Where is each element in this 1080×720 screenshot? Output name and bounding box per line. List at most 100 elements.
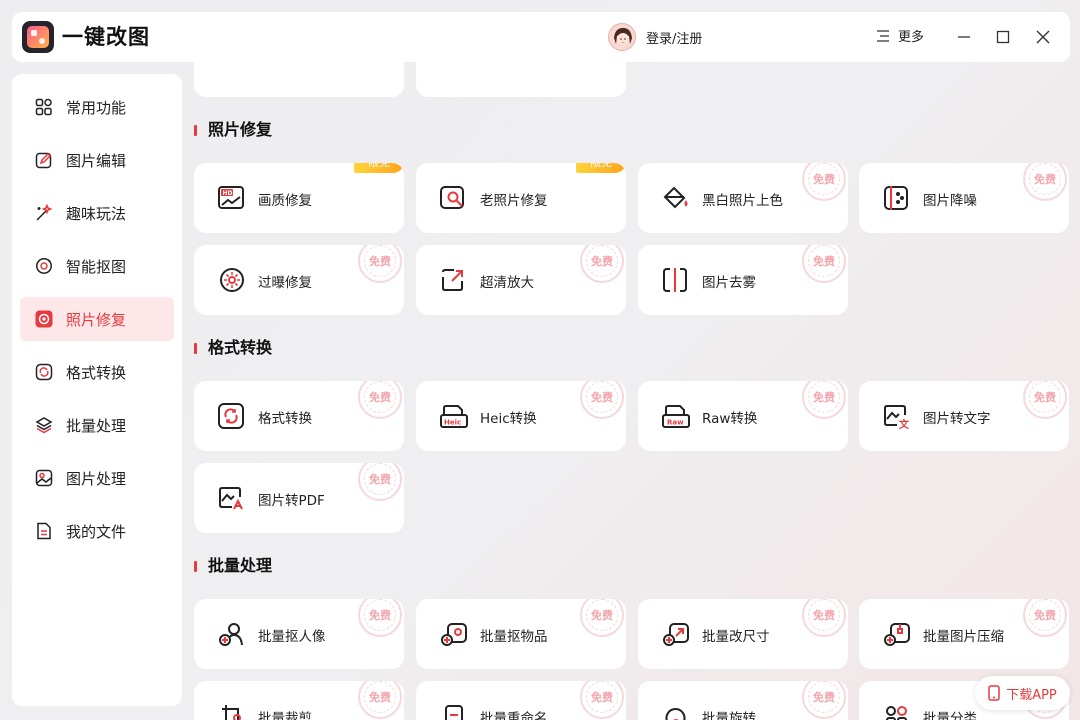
maximize-button[interactable] — [993, 27, 1013, 47]
sidebar-item-label: 照片修复 — [66, 310, 127, 329]
login-button[interactable]: 登录/注册 — [608, 22, 702, 52]
title-bar: 一键改图 登录/注册 更多 — [12, 12, 1070, 62]
card-denoise[interactable]: 免费 图片降噪 — [859, 163, 1069, 233]
free-stamp: 免费 — [580, 381, 624, 419]
card-label: 图片转PDF — [258, 493, 325, 509]
sidebar-item-batch[interactable]: 批量处理 — [20, 403, 174, 447]
repair-icon — [35, 310, 53, 328]
batch-object-icon — [441, 623, 467, 646]
batch-person-icon — [219, 623, 243, 646]
card-upscale[interactable]: 免费 超清放大 — [416, 245, 626, 315]
sidebar-item-image[interactable]: 图片处理 — [20, 456, 174, 500]
download-app-button[interactable]: 下载APP — [975, 676, 1070, 710]
card-label: 画质修复 — [258, 193, 312, 209]
download-label: 下载APP — [1006, 687, 1057, 703]
card-batch-rotate[interactable]: 免费 批量旋转 — [638, 681, 848, 720]
sidebar-item-repair[interactable]: 照片修复 — [20, 297, 174, 341]
card-batch-object[interactable]: 免费 批量抠物品 — [416, 599, 626, 669]
image-icon — [35, 469, 53, 487]
edit-icon — [35, 151, 53, 169]
sidebar-item-edit[interactable]: 图片编辑 — [20, 138, 174, 182]
free-stamp: 免费 — [580, 681, 624, 719]
old-photo-icon — [440, 186, 464, 209]
file-icon — [35, 522, 53, 540]
card-batch-crop[interactable]: 免费 批量裁剪 — [194, 681, 404, 720]
close-button[interactable] — [1033, 27, 1053, 47]
sidebar-item-fun[interactable]: 趣味玩法 — [20, 191, 174, 235]
sidebar-item-files[interactable]: 我的文件 — [20, 509, 174, 553]
card-label: 黑白照片上色 — [702, 193, 783, 209]
hd-icon: HD — [218, 186, 244, 209]
free-stamp: 免费 — [802, 245, 846, 283]
section-title-convert: 格式转换 — [194, 338, 272, 358]
upscale-icon — [442, 269, 463, 291]
cutout-icon — [35, 257, 53, 275]
free-stamp: 免费 — [802, 599, 846, 637]
main-content: 照片修复 限免 HD 画质修复 限免 老照片修复 免费 黑白照片上色 免费 — [182, 62, 1080, 720]
card-label: 图片转文字 — [923, 411, 991, 427]
batch-classify-icon — [886, 706, 907, 720]
batch-crop-icon — [222, 705, 242, 720]
sidebar: 常用功能 图片编辑 趣味玩法 智能抠图 照片修复 格式转换 批量处理 图片处理 … — [12, 74, 182, 706]
feature-card[interactable] — [194, 62, 404, 97]
limited-free-badge: 限免 — [576, 163, 626, 173]
sidebar-item-label: 趣味玩法 — [66, 204, 127, 223]
free-stamp: 免费 — [580, 245, 624, 283]
card-label: 老照片修复 — [480, 193, 548, 209]
card-label: 批量抠物品 — [480, 629, 548, 645]
card-raw-convert[interactable]: 免费 Raw Raw转换 — [638, 381, 848, 451]
card-batch-person[interactable]: 免费 批量抠人像 — [194, 599, 404, 669]
card-label: 批量分类 — [923, 711, 977, 720]
card-batch-rename[interactable]: 免费 批量重命名 — [416, 681, 626, 720]
heic-icon: Heic — [440, 405, 468, 428]
card-format-convert[interactable]: 免费 格式转换 — [194, 381, 404, 451]
free-stamp: 免费 — [358, 245, 402, 283]
sidebar-item-common[interactable]: 常用功能 — [20, 85, 174, 129]
feature-card[interactable] — [416, 62, 626, 97]
free-stamp: 免费 — [358, 463, 402, 501]
card-label: 格式转换 — [258, 411, 312, 427]
denoise-icon — [884, 186, 908, 210]
card-heic-convert[interactable]: 免费 Heic Heic转换 — [416, 381, 626, 451]
menu-icon — [877, 29, 889, 42]
card-image-to-text[interactable]: 免费 文 图片转文字 — [859, 381, 1069, 451]
more-menu-button[interactable]: 更多 — [876, 26, 924, 45]
card-batch-compress[interactable]: 免费 批量图片压缩 — [859, 599, 1069, 669]
sidebar-item-label: 我的文件 — [66, 522, 127, 541]
sidebar-item-label: 常用功能 — [66, 98, 127, 117]
section-title-batch: 批量处理 — [194, 556, 272, 576]
limited-free-badge: 限免 — [354, 163, 404, 173]
exposure-icon — [220, 268, 244, 292]
card-label: Heic转换 — [480, 411, 537, 427]
card-image-to-pdf[interactable]: 免费 图片转PDF — [194, 463, 404, 533]
paint-bucket-icon — [663, 186, 688, 209]
minimize-button[interactable] — [954, 27, 974, 47]
card-colorize[interactable]: 免费 黑白照片上色 — [638, 163, 848, 233]
svg-text:文: 文 — [899, 418, 910, 429]
free-stamp: 免费 — [802, 681, 846, 719]
card-exposure-repair[interactable]: 免费 过曝修复 — [194, 245, 404, 315]
free-stamp: 免费 — [1023, 163, 1067, 201]
app-logo-icon — [22, 21, 54, 53]
sidebar-item-cutout[interactable]: 智能抠图 — [20, 244, 174, 288]
card-label: 超清放大 — [480, 275, 534, 291]
card-label: 批量旋转 — [702, 711, 756, 720]
free-stamp: 免费 — [1023, 599, 1067, 637]
sidebar-item-convert[interactable]: 格式转换 — [20, 350, 174, 394]
batch-rotate-icon — [665, 708, 686, 720]
card-batch-resize[interactable]: 免费 批量改尺寸 — [638, 599, 848, 669]
svg-text:Heic: Heic — [444, 419, 461, 427]
grid-icon — [35, 98, 53, 116]
card-dehaze[interactable]: 免费 图片去雾 — [638, 245, 848, 315]
card-label: 批量抠人像 — [258, 629, 326, 645]
magic-icon — [35, 204, 53, 222]
card-label: 批量重命名 — [480, 711, 548, 720]
ocr-icon: 文 — [884, 405, 910, 429]
sidebar-item-label: 智能抠图 — [66, 257, 127, 276]
free-stamp: 免费 — [802, 381, 846, 419]
batch-compress-icon — [884, 623, 910, 646]
batch-resize-icon — [663, 623, 689, 646]
more-label: 更多 — [898, 30, 925, 45]
card-old-photo-repair[interactable]: 限免 老照片修复 — [416, 163, 626, 233]
card-quality-repair[interactable]: 限免 HD 画质修复 — [194, 163, 404, 233]
